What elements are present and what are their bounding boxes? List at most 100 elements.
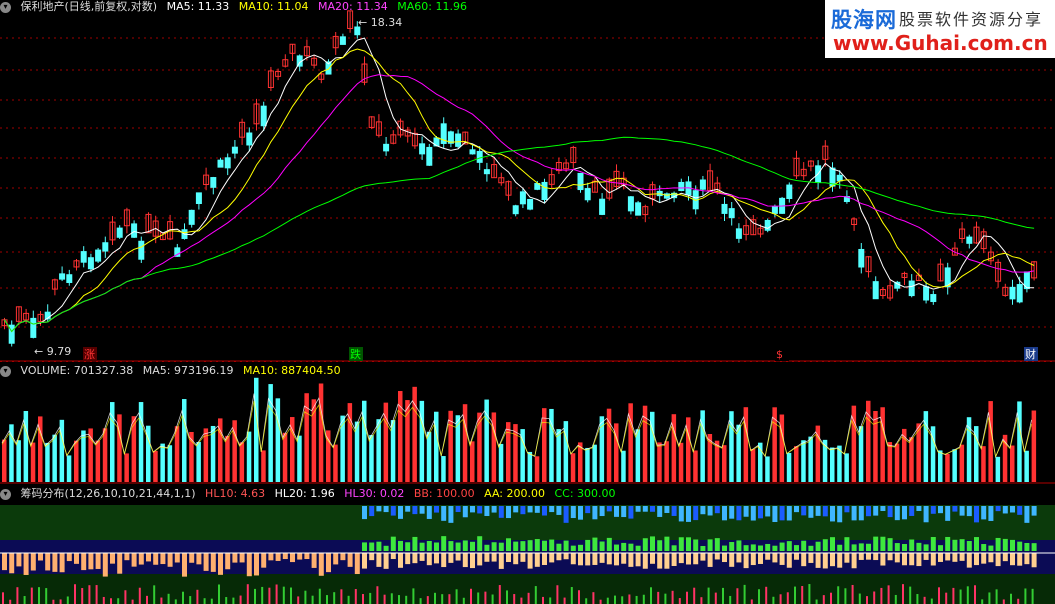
chip-bar-lower [650,553,655,564]
chip-bar-lower [714,553,720,560]
chip-bar-mid [491,542,497,551]
chip-bar-lower [66,553,72,562]
chip-bar-lower [866,553,871,560]
chip-bar-bottom [700,597,703,604]
chip-bar-bottom [297,596,300,604]
volume-bar [894,443,900,482]
chip-bar-mid [736,540,742,551]
volume-chart[interactable] [0,364,1055,484]
volume-bar [311,399,317,482]
volume-bar [585,447,590,482]
chip-bar-top [714,506,720,514]
chip-bar-bottom [95,585,98,604]
chip-bar-lower [873,553,879,561]
volume-bar [722,445,727,482]
chip-bar-bottom [930,598,933,604]
chip-bar-mid [405,542,411,551]
candle-body [469,149,476,155]
chip-bar-bottom [592,592,595,604]
chip-bar-lower [189,553,195,563]
chip-bar-lower [736,553,742,563]
chip-bar-top [945,506,951,521]
site-logo: 股海网 股票软件资源分享 www.Guhai.com.cn [825,0,1055,58]
candle-body [210,177,217,188]
chip-bar-mid [873,536,879,551]
volume-bar [66,455,72,482]
volume-bar [246,431,252,482]
volume-bar [765,456,770,482]
candle-body [66,274,73,283]
chip-bar-bottom [261,586,264,604]
chip-bar-lower [203,553,209,571]
chip-bar-bottom [102,596,105,604]
chip-bar-mid [923,544,929,551]
chip-bar-bottom [398,595,400,604]
chip-bar-lower [124,553,130,561]
chip-bar-lower [729,553,735,567]
chip-bar-top [398,506,403,519]
chip-bar-top [542,506,547,516]
chip-bar-top [578,506,583,520]
volume-bar [1031,410,1037,482]
chip-bar-bottom [405,595,408,604]
chip-bar-bottom [2,592,4,604]
chip-bar-lower [225,553,231,570]
volume-bar [153,450,158,482]
volume-bar [556,429,561,482]
chip-bar-mid [750,544,756,551]
chip-bar-top [498,506,504,518]
chip-bar-lower [160,553,166,565]
chip-bar-lower [585,553,591,566]
chip-bar-top [678,506,684,522]
chip-bar-bottom [858,593,861,604]
candle-body [339,36,346,45]
chip-chart[interactable] [0,501,1055,604]
chip-bar-lower [765,553,771,560]
chip-bar-bottom [1017,598,1020,604]
candle-body [476,150,483,163]
chip-bar-lower [174,553,180,563]
chip-bar-mid [592,537,598,551]
logo-url: www.Guhai.com.cn [833,31,1048,55]
chip-bar-lower [844,553,850,563]
volume-bar [441,456,446,482]
chip-bar-top [830,506,835,522]
candle-body [455,133,462,147]
candle-body [836,174,843,182]
chip-bar-lower [520,553,526,562]
chip-bar-mid [822,539,828,551]
candle-body [728,208,735,219]
candle-body [519,191,526,205]
chip-bar-mid [448,541,454,551]
candle-body [188,209,195,225]
ma20-line [4,74,1035,333]
candle-body [138,240,145,260]
chip-bar-bottom [448,594,451,604]
volume-bar [743,407,749,482]
chip-bar-bottom [974,585,976,604]
volume-bar [794,446,799,482]
chip-bar-bottom [203,598,206,604]
chip-bar-top [736,506,742,521]
chip-bar-top [484,506,490,517]
chip-bar-lower [138,553,144,565]
ma60-line [4,136,1035,333]
chip-bar-top [362,506,367,520]
candle-body [786,184,793,199]
chip-bar-lower [398,553,403,568]
chip-bar-top [707,506,713,516]
chip-settings-icon[interactable]: ▾ [0,488,11,500]
chip-bar-bottom [657,591,660,604]
chip-bar-bottom [189,596,192,604]
chip-bar-top [966,506,972,517]
chip-bar-top [513,506,519,513]
high-price-label: ← 18.34 [358,16,402,29]
candle-body [527,198,534,210]
chip-bar-top [621,506,627,518]
candle-body [872,281,879,300]
chip-bar-mid [851,544,857,551]
chip-bar-lower [491,553,497,562]
chip-bar-lower [426,553,432,566]
candle-body [483,169,490,175]
chip-bar-lower [549,553,555,563]
